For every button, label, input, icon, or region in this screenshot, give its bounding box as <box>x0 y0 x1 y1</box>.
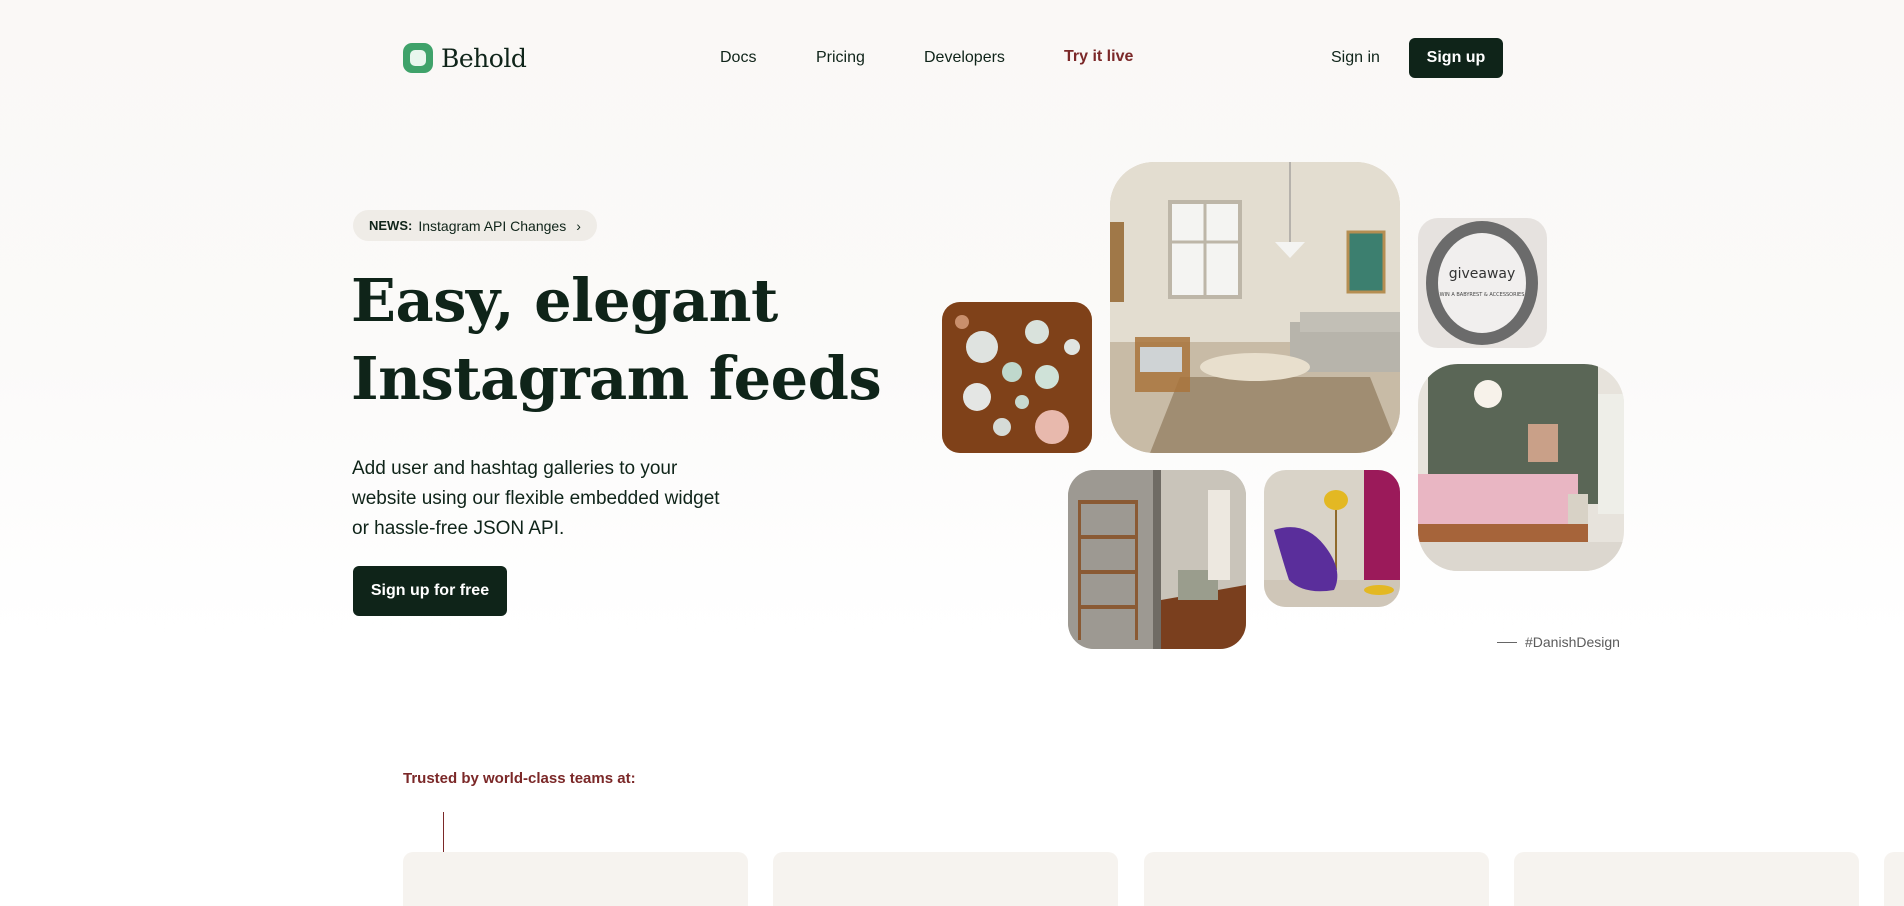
gallery-photo-living-room[interactable] <box>1110 162 1400 453</box>
sign-up-free-button[interactable]: Sign up for free <box>353 566 507 616</box>
hero-subtitle: Add user and hashtag galleries to your w… <box>352 458 720 539</box>
giveaway-text: giveaway <box>1449 266 1516 282</box>
gallery-photo-tableware[interactable] <box>942 302 1092 453</box>
nav-link-try-it-live[interactable]: Try it live <box>1064 48 1133 66</box>
news-text: Instagram API Changes <box>418 217 567 234</box>
brand-logo[interactable]: Behold <box>403 43 527 73</box>
top-navigation: Behold Docs Pricing Developers Try it li… <box>0 0 1904 116</box>
chevron-right-icon: › <box>576 217 581 234</box>
customer-logo-card <box>403 852 748 906</box>
brand-name: Behold <box>441 43 527 73</box>
nav-link-docs[interactable]: Docs <box>720 49 756 67</box>
caption-dash <box>1497 641 1517 643</box>
gallery-caption: #DanishDesign <box>1497 634 1620 650</box>
behold-logo-icon <box>403 43 433 73</box>
gallery-photo-purple-chair[interactable] <box>1264 470 1400 607</box>
news-label: NEWS: <box>369 218 413 233</box>
hero-title-line-2: Instagram feeds <box>351 344 882 413</box>
hashtag-label: #DanishDesign <box>1525 634 1620 650</box>
gallery-photo-giveaway[interactable]: giveaway WIN A BABYREST & ACCESSORIES <box>1418 218 1547 348</box>
hero-title: Easy, elegant Instagram feeds <box>351 262 882 418</box>
nav-link-pricing[interactable]: Pricing <box>816 49 865 67</box>
customer-logo-card <box>1514 852 1859 906</box>
nav-link-developers[interactable]: Developers <box>924 49 1005 67</box>
sign-in-link[interactable]: Sign in <box>1331 49 1380 67</box>
giveaway-subtext: WIN A BABYREST & ACCESSORIES <box>1440 292 1525 298</box>
hero-title-line-1: Easy, elegant <box>351 266 778 335</box>
gallery-photo-shelving[interactable] <box>1068 470 1246 649</box>
sign-up-button[interactable]: Sign up <box>1409 38 1503 78</box>
news-banner[interactable]: NEWS: Instagram API Changes › <box>353 210 597 241</box>
customer-logo-card <box>1144 852 1489 906</box>
customer-logo-card <box>773 852 1118 906</box>
gallery-photo-bedroom[interactable] <box>1418 364 1624 571</box>
customer-logo-card-partial <box>1884 852 1904 906</box>
trusted-heading: Trusted by world-class teams at: <box>403 770 636 787</box>
